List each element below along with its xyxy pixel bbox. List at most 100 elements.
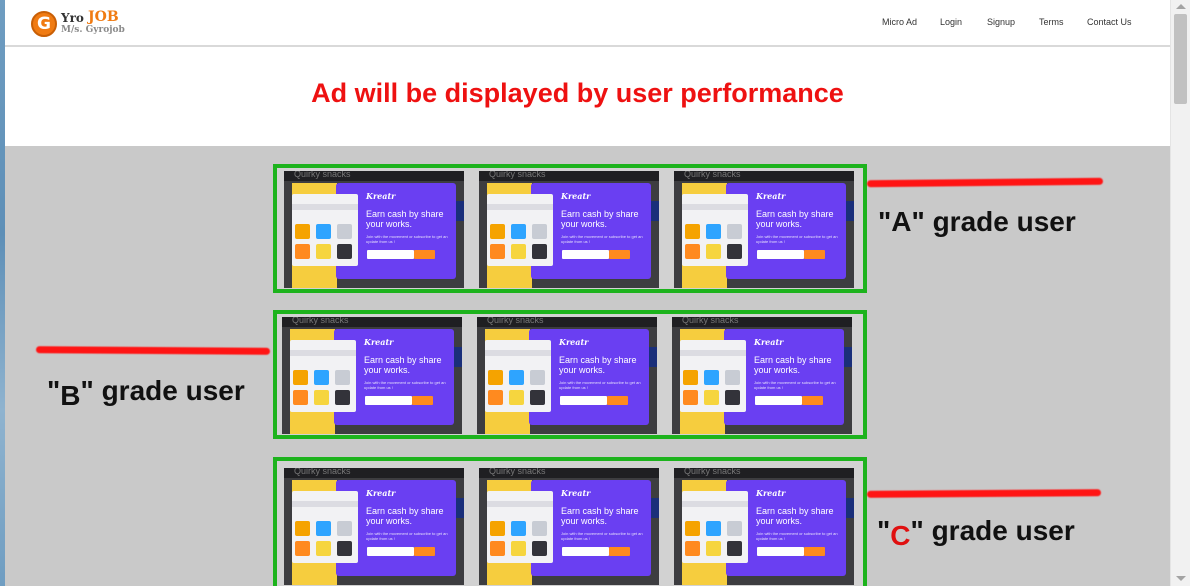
ad-card[interactable]: Quirky snacks Kreatr Earn cash by share yo…	[282, 317, 462, 434]
ad-card-headline: Earn cash by share your works.	[756, 506, 834, 526]
ad-card-search-bar	[487, 204, 553, 210]
ad-card-app-tile	[337, 541, 352, 556]
ad-card-email-input[interactable]	[757, 250, 804, 259]
nav-contact-us[interactable]: Contact Us	[1087, 17, 1132, 27]
nav-signup[interactable]: Signup	[987, 17, 1015, 27]
ad-card[interactable]: Quirky snacks Kreatr Earn cash by share yo…	[477, 317, 657, 434]
ad-card-email-input[interactable]	[367, 547, 414, 556]
ad-card-app-tile	[727, 244, 742, 259]
ad-card[interactable]: Quirky snacks Kreatr Earn cash by share yo…	[479, 468, 659, 585]
ad-card-title: Quirky snacks	[294, 171, 351, 179]
ad-card-brand: Kreatr	[756, 488, 786, 498]
ad-card-app-tile	[511, 541, 526, 556]
ad-card-search-bar	[485, 350, 551, 356]
ad-card-subtext: Join with the movement or subscribe to g…	[754, 380, 836, 390]
ad-card-subscribe-button[interactable]	[802, 396, 823, 405]
logo-brand-part2: JOB	[88, 9, 119, 25]
logo[interactable]: G Yro JOB M/s. Gyrojob	[31, 9, 151, 39]
ad-card-app-tile	[490, 244, 505, 259]
scroll-up-arrow-icon[interactable]	[1176, 4, 1186, 9]
ad-card-subtext: Join with the movement or subscribe to g…	[561, 234, 643, 244]
ad-card[interactable]: Quirky snacks Kreatr Earn cash by share yo…	[672, 317, 852, 434]
ad-card-email-input[interactable]	[560, 396, 607, 405]
grade-a-label: "A" grade user	[878, 206, 1076, 238]
ad-card-app-tile	[490, 521, 505, 536]
grade-c-ad-box: Quirky snacks Kreatr Earn cash by share yo…	[273, 457, 867, 586]
ad-card-app-tile	[706, 521, 721, 536]
ad-card-app-tile	[532, 521, 547, 536]
ad-card-email-input[interactable]	[562, 250, 609, 259]
ad-card-title: Quirky snacks	[294, 468, 351, 476]
ad-card[interactable]: Quirky snacks Kreatr Earn cash by share yo…	[284, 468, 464, 585]
ad-card-title: Quirky snacks	[487, 317, 544, 325]
ad-card-subscribe-button[interactable]	[609, 547, 630, 556]
ad-card-subscribe-button[interactable]	[804, 547, 825, 556]
ad-card-blue-edge	[456, 201, 464, 221]
ad-card-app-tile	[314, 390, 329, 405]
grade-b-label: "B" grade user	[47, 375, 245, 411]
ad-card[interactable]: Quirky snacks Kreatr Earn cash by share yo…	[284, 171, 464, 288]
ad-card-subscribe-button[interactable]	[414, 547, 435, 556]
ad-card-search-bar	[292, 204, 358, 210]
ad-card-app-tile	[727, 224, 742, 239]
ad-card-email-input[interactable]	[757, 547, 804, 556]
ad-card-headline: Earn cash by share your works.	[754, 355, 832, 375]
logo-subtitle: M/s. Gyrojob	[61, 25, 125, 35]
ad-card-email-input[interactable]	[365, 396, 412, 405]
ad-card-app-tile	[532, 244, 547, 259]
grade-b-letter: B	[60, 380, 81, 411]
ad-card-white-panel	[680, 340, 746, 412]
ad-card-title: Quirky snacks	[489, 171, 546, 179]
ad-card-email-input[interactable]	[367, 250, 414, 259]
grade-b-close: " grade user	[80, 375, 245, 406]
ad-card[interactable]: Quirky snacks Kreatr Earn cash by share yo…	[674, 171, 854, 288]
ad-card-app-tile	[295, 244, 310, 259]
ad-card-app-tile	[511, 244, 526, 259]
scroll-down-arrow-icon[interactable]	[1176, 576, 1186, 581]
ad-card-app-tile	[337, 521, 352, 536]
ad-card-subtext: Join with the movement or subscribe to g…	[756, 234, 838, 244]
scroll-thumb[interactable]	[1174, 14, 1187, 104]
ad-card-subscribe-button[interactable]	[412, 396, 433, 405]
nav-login[interactable]: Login	[940, 17, 962, 27]
ad-card-subscribe-button[interactable]	[414, 250, 435, 259]
page-heading: Ad will be displayed by user performance	[311, 78, 844, 108]
ad-card-app-tile	[685, 224, 700, 239]
ad-card-subscribe-button[interactable]	[609, 250, 630, 259]
ad-card-app-tile	[335, 390, 350, 405]
ad-card-app-tile	[314, 370, 329, 385]
vertical-scrollbar[interactable]	[1170, 0, 1190, 586]
ad-card-app-tile	[490, 541, 505, 556]
nav-micro-ad[interactable]: Micro Ad	[882, 17, 917, 27]
ad-card-brand: Kreatr	[366, 488, 396, 498]
ad-card-blue-edge	[649, 347, 657, 367]
grade-b-open: "	[47, 375, 61, 406]
ad-card-brand: Kreatr	[561, 191, 591, 201]
ad-card-title: Quirky snacks	[489, 468, 546, 476]
ad-card-white-panel	[292, 194, 358, 266]
ad-card-email-input[interactable]	[562, 547, 609, 556]
ad-card-app-tile	[490, 224, 505, 239]
logo-brand-part1: Yro	[61, 11, 84, 25]
ad-card-subtext: Join with the movement or subscribe to g…	[756, 531, 838, 541]
ad-card-blue-edge	[846, 498, 854, 518]
ad-card-brand: Kreatr	[561, 488, 591, 498]
ad-card-subscribe-button[interactable]	[804, 250, 825, 259]
ad-card-subtext: Join with the movement or subscribe to g…	[561, 531, 643, 541]
ad-card-subtext: Join with the movement or subscribe to g…	[366, 234, 448, 244]
ad-card-app-tile	[727, 541, 742, 556]
ad-card-app-tile	[295, 541, 310, 556]
ad-card-brand: Kreatr	[366, 191, 396, 201]
ad-card-app-tile	[685, 541, 700, 556]
nav-terms[interactable]: Terms	[1039, 17, 1064, 27]
ad-card-subscribe-button[interactable]	[607, 396, 628, 405]
ad-card[interactable]: Quirky snacks Kreatr Earn cash by share yo…	[479, 171, 659, 288]
grade-c-label: "C" grade user	[877, 515, 1075, 551]
ad-card-white-panel	[682, 194, 748, 266]
ad-card-subtext: Join with the movement or subscribe to g…	[559, 380, 641, 390]
ad-card-brand: Kreatr	[559, 337, 589, 347]
ad-card[interactable]: Quirky snacks Kreatr Earn cash by share yo…	[674, 468, 854, 585]
ad-card-app-tile	[685, 521, 700, 536]
ad-card-email-input[interactable]	[755, 396, 802, 405]
ad-card-brand: Kreatr	[754, 337, 784, 347]
